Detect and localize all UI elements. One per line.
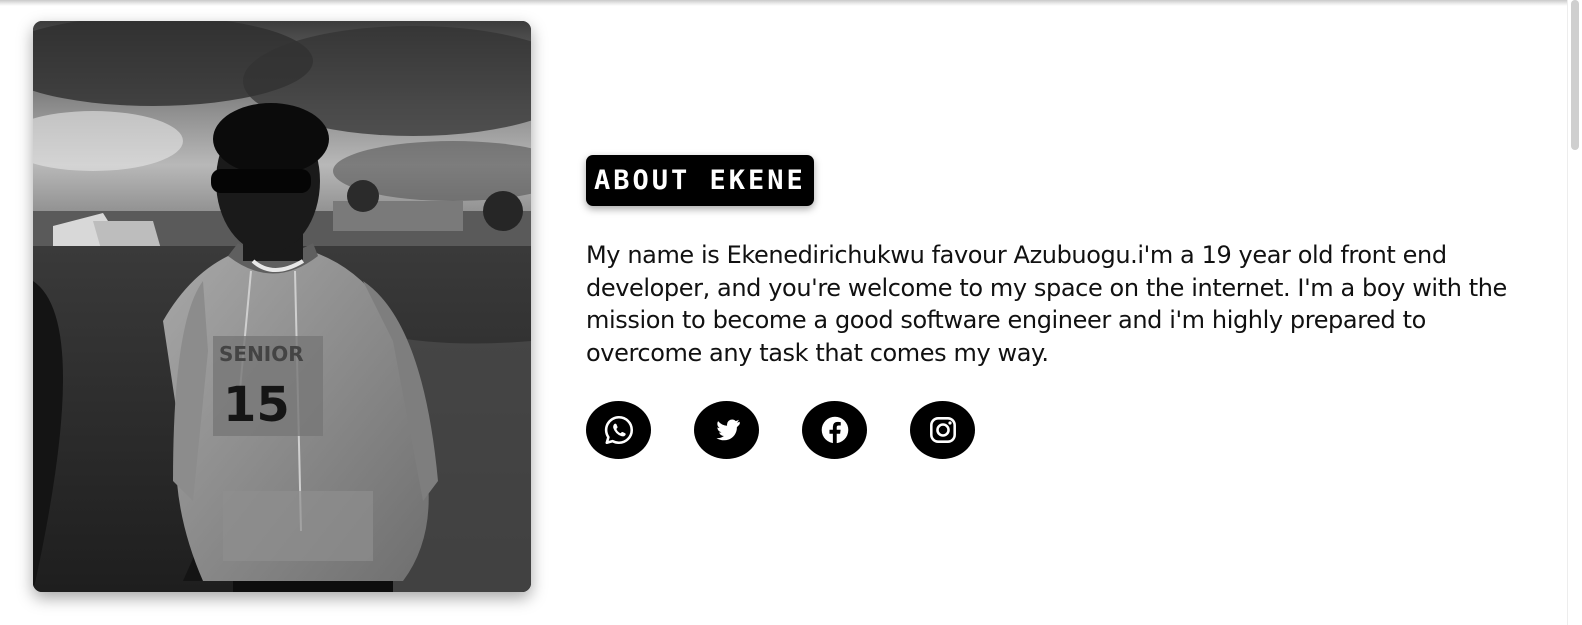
scrollbar[interactable] bbox=[1567, 0, 1582, 625]
portrait-photo: SENIOR 15 bbox=[33, 21, 531, 592]
about-bio: My name is Ekenedirichukwu favour Azubuo… bbox=[586, 241, 1507, 367]
facebook-icon bbox=[821, 416, 848, 444]
profile-photo: SENIOR 15 bbox=[33, 21, 531, 592]
whatsapp-icon bbox=[604, 415, 633, 445]
top-shadow-bar bbox=[0, 0, 1582, 6]
whatsapp-link[interactable] bbox=[586, 401, 651, 459]
social-links bbox=[586, 401, 1546, 459]
hoodie-text: SENIOR bbox=[219, 342, 304, 366]
hoodie-number: 15 bbox=[223, 377, 290, 433]
facebook-link[interactable] bbox=[802, 401, 867, 459]
instagram-link[interactable] bbox=[910, 401, 975, 459]
about-section: About Ekene My name is Ekenedirichukwu f… bbox=[586, 155, 1546, 459]
twitter-link[interactable] bbox=[694, 401, 759, 459]
instagram-icon bbox=[929, 417, 956, 443]
twitter-icon bbox=[715, 419, 740, 441]
scrollbar-thumb[interactable] bbox=[1571, 0, 1579, 150]
about-heading: About Ekene bbox=[586, 155, 814, 206]
